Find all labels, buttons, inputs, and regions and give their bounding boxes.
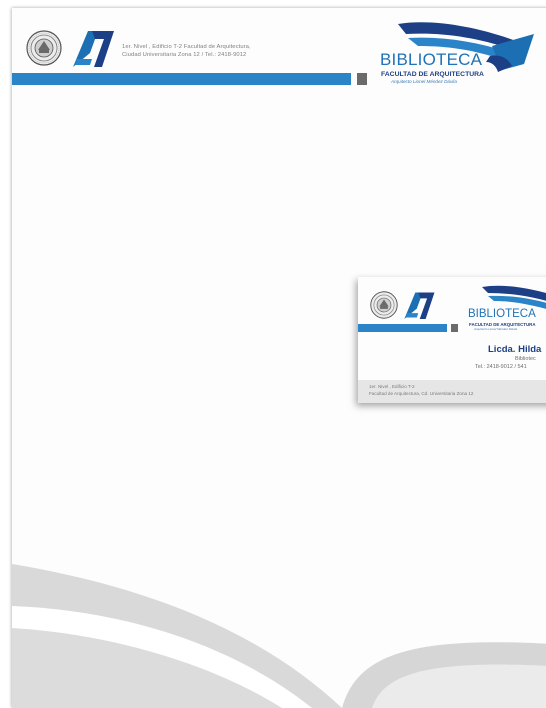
address-line-1: 1er. Nivel , Edificio T-2 Facultad de Ar… [122,44,251,50]
card-biblioteca-logo-word: BIBLIOTECA [468,308,536,320]
biblioteca-logo-word: BIBLIOTECA [380,50,483,69]
card-gray-square [451,324,458,332]
card-biblioteca-logo-subtitle: Arquitecto Lionel Méndez Dávila [474,327,518,331]
card-footer-address-line-1: 1er. Nivel , Edificio T-2 [369,384,415,389]
header-blue-bar [12,73,351,85]
header-gray-square [357,73,367,85]
biblioteca-logo-faculty: FACULTAD DE ARQUITECTURA [381,71,484,78]
bottom-swoosh-graphic [12,564,546,708]
card-blue-bar [358,324,447,332]
university-seal-icon [26,30,62,66]
card-footer-address-line-2: Facultad de Arquitectura, Cd. Universita… [369,391,474,396]
letterhead-address: 1er. Nivel , Edificio T-2 Facultad de Ar… [122,43,251,59]
architecture-faculty-logo-icon [73,31,114,67]
card-person-role: Bibliotec [515,356,536,362]
address-line-2: Ciudad Universitaria Zona 12 / Tel.: 241… [122,52,247,58]
card-university-seal-icon [370,291,398,319]
card-telephone: Tel.: 2418-9012 / 541 [475,364,527,370]
card-footer: 1er. Nivel , Edificio T-2 Facultad de Ar… [358,380,546,403]
business-card: BIBLIOTECA FACULTAD DE ARQUITECTURA Arqu… [358,277,546,403]
card-architecture-logo-icon [404,292,435,319]
biblioteca-logo-subtitle: Arquitecto Lionel Méndez Dávila [391,79,457,84]
card-person-name: Licda. Hilda [488,344,542,355]
